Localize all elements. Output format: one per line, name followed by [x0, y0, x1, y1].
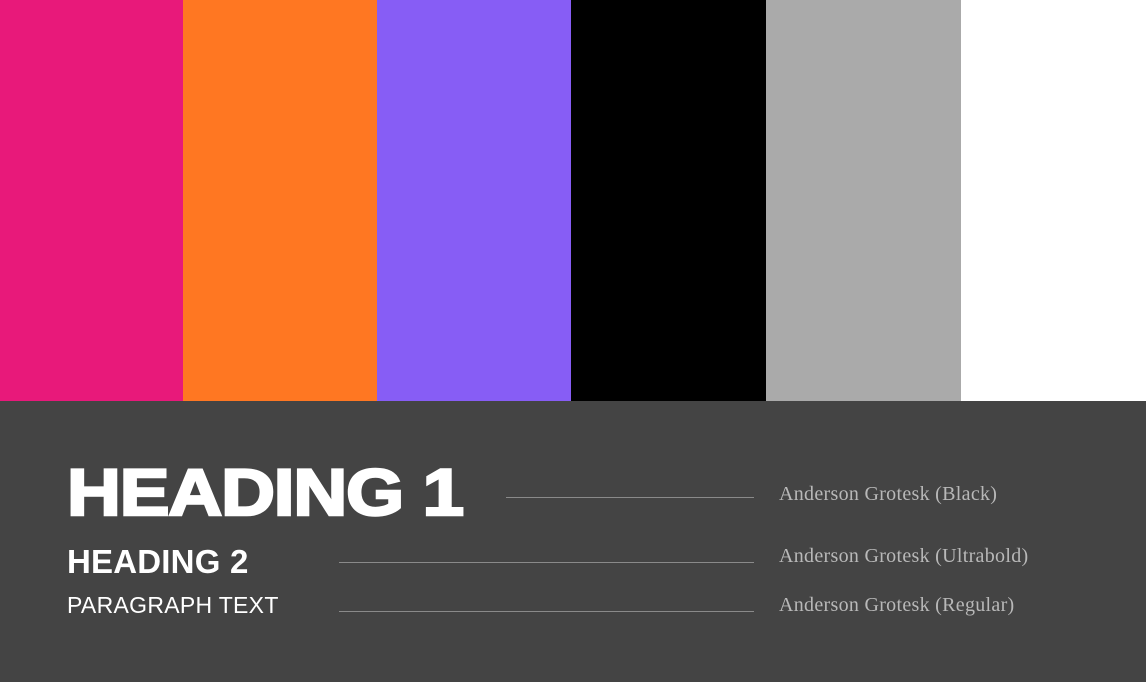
color-palette — [0, 0, 1146, 401]
color-swatch-black — [571, 0, 766, 401]
color-swatch-pink — [0, 0, 183, 401]
heading-1-connector-line — [506, 497, 754, 498]
heading-1-sample: HEADING 1 — [66, 455, 466, 529]
color-swatch-orange — [183, 0, 377, 401]
color-swatch-gray — [766, 0, 961, 401]
brand-style-guide: HEADING 1 Anderson Grotesk (Black) HEADI… — [0, 0, 1146, 682]
paragraph-sample: PARAGRAPH TEXT — [67, 592, 279, 618]
heading-2-sample: HEADING 2 — [67, 543, 249, 580]
heading-1-font-label: Anderson Grotesk (Black) — [779, 483, 998, 505]
paragraph-connector-line — [339, 611, 754, 612]
paragraph-font-label: Anderson Grotesk (Regular) — [779, 594, 1015, 616]
heading-2-font-label: Anderson Grotesk (Ultrabold) — [779, 545, 1029, 567]
heading-2-connector-line — [339, 562, 754, 563]
typography-panel: HEADING 1 Anderson Grotesk (Black) HEADI… — [0, 401, 1146, 682]
color-swatch-purple — [377, 0, 571, 401]
color-swatch-white — [961, 0, 1146, 401]
